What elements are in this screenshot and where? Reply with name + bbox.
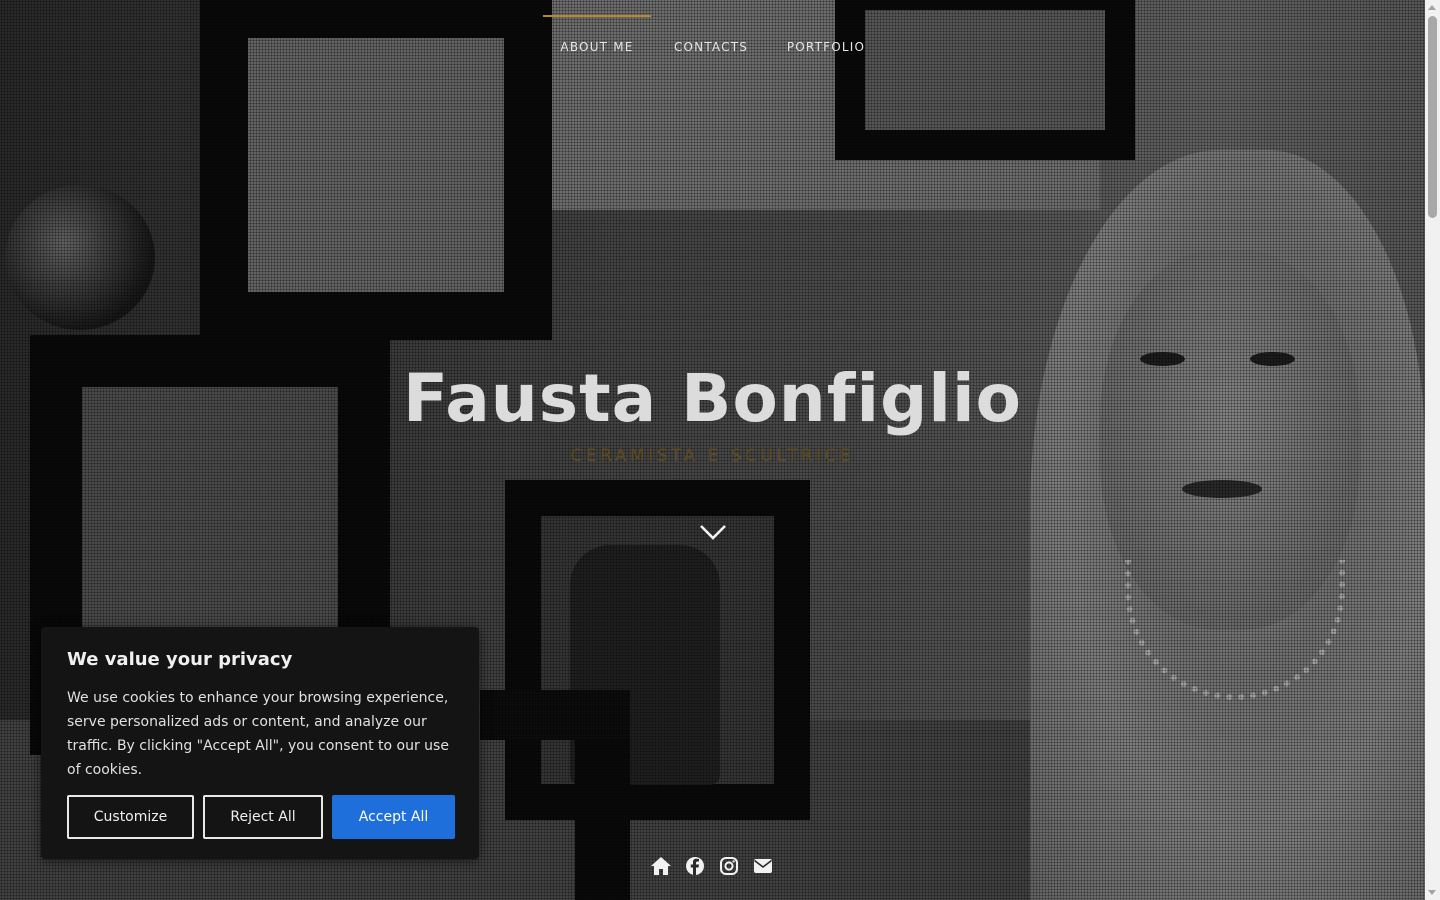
scroll-down-arrow-icon[interactable] xyxy=(1428,890,1436,895)
cookie-actions: Customize Reject All Accept All xyxy=(67,795,455,839)
page-scrollbar[interactable] xyxy=(1425,0,1440,900)
accept-all-button[interactable]: Accept All xyxy=(332,795,455,839)
hero-subtitle: CERAMISTA E SCULTRICE xyxy=(570,446,855,466)
cookie-consent-dialog: We value your privacy We use cookies to … xyxy=(41,627,479,859)
chevron-down-icon[interactable] xyxy=(699,522,727,542)
customize-button[interactable]: Customize xyxy=(67,795,194,839)
main-nav: ABOUT ME CONTACTS PORTFOLIO xyxy=(543,0,879,60)
social-links xyxy=(650,855,774,877)
facebook-icon[interactable] xyxy=(684,855,706,877)
hero-title: Fausta Bonfiglio xyxy=(403,360,1022,437)
scroll-up-arrow-icon[interactable] xyxy=(1428,5,1436,10)
cookie-title: We value your privacy xyxy=(67,649,293,670)
instagram-icon[interactable] xyxy=(718,855,740,877)
scroll-thumb[interactable] xyxy=(1428,16,1437,218)
reject-all-button[interactable]: Reject All xyxy=(203,795,323,839)
nav-item-contacts[interactable]: CONTACTS xyxy=(663,0,759,60)
envelope-icon[interactable] xyxy=(752,855,774,877)
home-icon[interactable] xyxy=(650,855,672,877)
nav-item-about-me[interactable]: ABOUT ME xyxy=(543,0,651,60)
nav-item-portfolio[interactable]: PORTFOLIO xyxy=(773,0,879,60)
cookie-description: We use cookies to enhance your browsing … xyxy=(67,690,449,778)
